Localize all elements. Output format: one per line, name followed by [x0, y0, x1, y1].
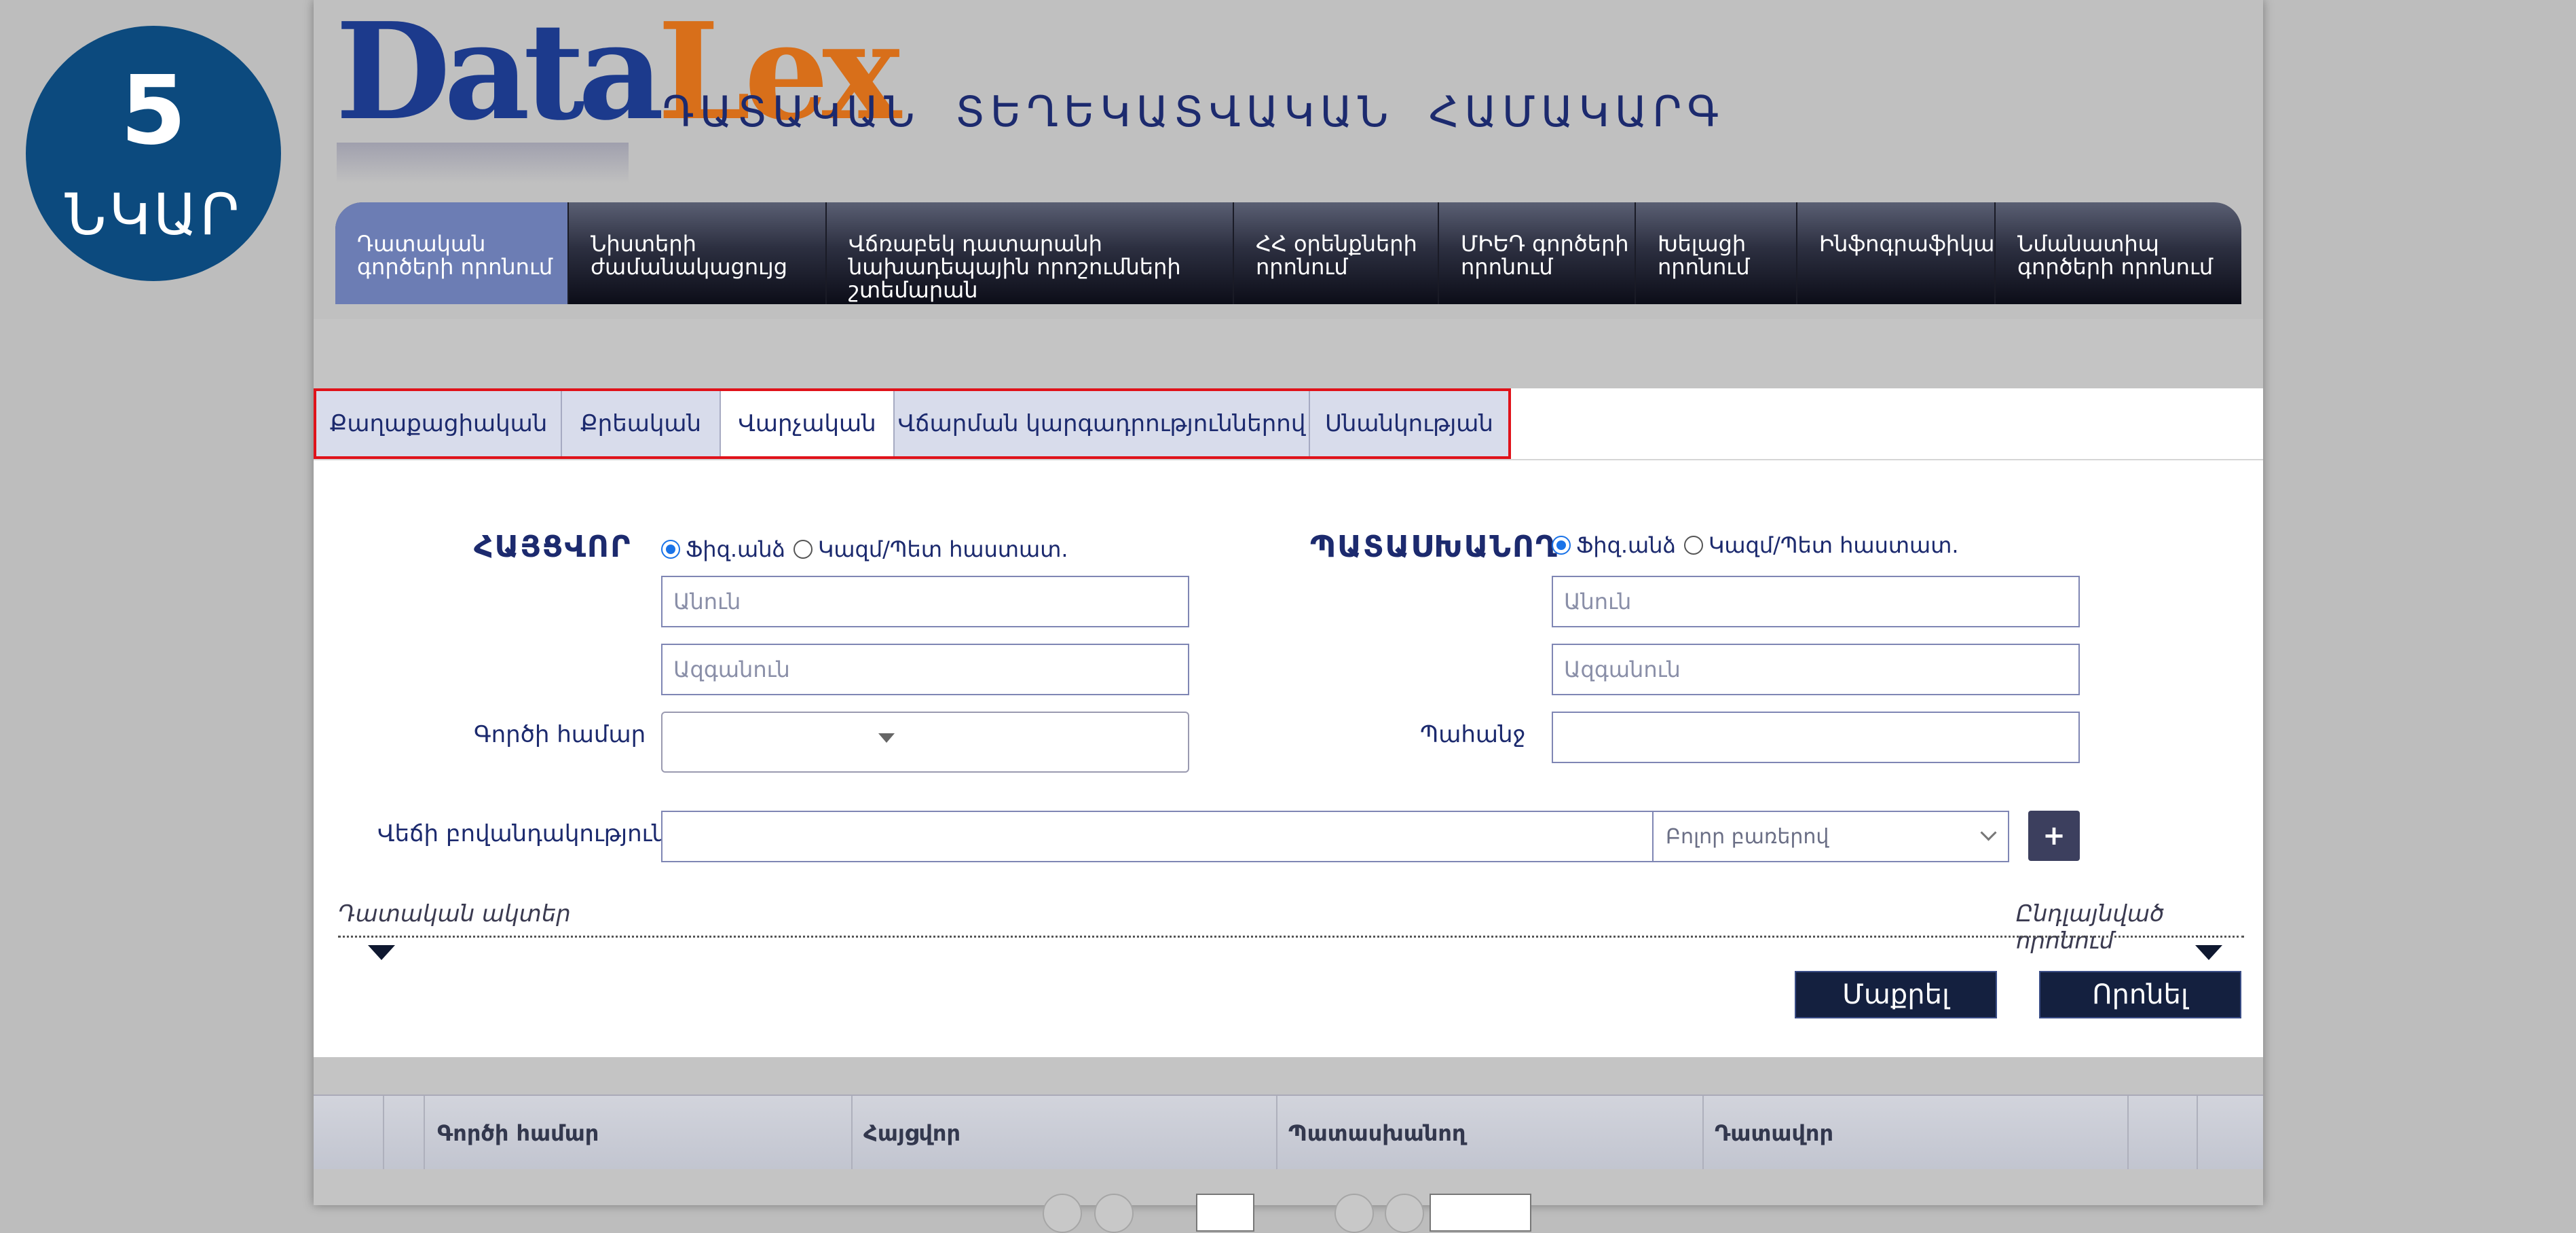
prev-page-button[interactable]	[1094, 1194, 1134, 1233]
tab-payment-orders[interactable]: Վճարման կարգադրություններով	[895, 391, 1310, 456]
nav-item-infographics[interactable]: Ինֆոգրաֆիկա	[1797, 202, 1996, 304]
match-mode-select[interactable]: Բոլոր բառերով	[1654, 811, 2009, 862]
column-header-plaintiff[interactable]: Հայցվոր	[863, 1120, 960, 1146]
case-type-tabs-highlight: Քաղաքացիական Քրեական Վարչական Վճարման կա…	[314, 388, 1511, 459]
logo-reflection	[337, 143, 629, 183]
page-size-select[interactable]	[1430, 1194, 1531, 1232]
defendant-org-radio[interactable]	[1683, 536, 1703, 555]
main-nav: Դատական գործերի որոնում Նիստերի ժամանակա…	[335, 202, 2241, 304]
plaintiff-name-input[interactable]	[661, 576, 1189, 627]
advanced-search-link[interactable]: Ընդլայնված որոնում	[2016, 900, 2263, 955]
plaintiff-label: ՀԱՅՑՎՈՐ	[474, 530, 632, 564]
step-word: ՆԿԱՐ	[64, 181, 242, 248]
search-button[interactable]: Որոնել	[2039, 971, 2241, 1018]
dispute-content-input[interactable]	[661, 811, 1654, 862]
case-type-tabbar: Քաղաքացիական Քրեական Վարչական Վճարման կա…	[314, 388, 2263, 460]
clear-button[interactable]: Մաքրել	[1795, 971, 1997, 1018]
defendant-surname-input[interactable]	[1552, 644, 2080, 695]
search-panel: Քաղաքացիական Քրեական Վարչական Վճարման կա…	[314, 388, 2263, 1057]
first-page-button[interactable]	[1043, 1194, 1082, 1233]
defendant-person-radio[interactable]	[1552, 536, 1571, 555]
divider	[338, 936, 2244, 938]
results-table-header: Գործի համար Հայցվոր Պատասխանող Դատավոր	[314, 1094, 2263, 1171]
add-criteria-button[interactable]: +	[2028, 811, 2080, 861]
claim-label: Պահանջ	[1420, 721, 1526, 748]
nav-item-case-search[interactable]: Դատական գործերի որոնում	[335, 202, 569, 304]
next-page-button[interactable]	[1334, 1194, 1374, 1233]
dispute-content-label: Վեճի բովանդակություն	[377, 820, 667, 847]
defendant-name-input[interactable]	[1552, 576, 2080, 627]
nav-item-similar-cases[interactable]: Նմանատիպ գործերի որոնում	[1996, 202, 2241, 304]
column-divider	[851, 1096, 853, 1169]
column-divider	[1702, 1096, 1704, 1169]
chevron-down-icon	[1980, 824, 1997, 841]
chevron-down-icon	[878, 733, 895, 743]
defendant-type-radios: Ֆիզ.անձ Կազմ/Պետ հաստատ.	[1552, 532, 1959, 558]
case-number-select[interactable]	[661, 712, 1189, 773]
column-header-case-number[interactable]: Գործի համար	[437, 1120, 599, 1146]
page-number-input[interactable]	[1196, 1194, 1254, 1232]
step-number: 5	[120, 56, 187, 166]
plaintiff-person-radio[interactable]	[661, 540, 680, 559]
defendant-person-label: Ֆիզ.անձ	[1576, 532, 1676, 558]
match-mode-value: Բոլոր բառերով	[1666, 824, 1829, 849]
column-header-judge[interactable]: Դատավոր	[1715, 1120, 1833, 1146]
defendant-org-label: Կազմ/Պետ հաստատ.	[1708, 532, 1959, 558]
column-divider	[2197, 1096, 2198, 1169]
nav-item-hearing-schedule[interactable]: Նիստերի ժամանակացույց	[569, 202, 827, 304]
tab-bankruptcy[interactable]: Սնանկության	[1310, 391, 1508, 456]
plaintiff-type-radios: Ֆիզ.անձ Կազմ/Պետ հաստատ.	[661, 536, 1068, 562]
nav-item-echr-search[interactable]: ՄԻԵԴ գործերի որոնում	[1439, 202, 1636, 304]
tab-civil[interactable]: Քաղաքացիական	[316, 391, 562, 456]
tab-criminal[interactable]: Քրեական	[562, 391, 721, 456]
court-acts-expand-icon[interactable]	[368, 945, 395, 960]
column-divider	[424, 1096, 425, 1169]
claim-input[interactable]	[1552, 712, 2080, 763]
header-gap	[314, 319, 2263, 388]
site-title: ԴԱՏԱԿԱՆ ՏԵՂԵԿԱՏՎԱԿԱՆ ՀԱՄԱԿԱՐԳ	[662, 87, 1725, 136]
nav-item-cassation-precedents[interactable]: Վճռաբեկ դատարանի նախադեպային որոշումների…	[827, 202, 1234, 304]
plaintiff-org-label: Կազմ/Պետ հաստատ.	[817, 536, 1068, 562]
case-number-label: Գործի համար	[474, 721, 646, 748]
step-badge: 5 ՆԿԱՐ	[26, 26, 281, 281]
nav-item-laws-search[interactable]: ՀՀ օրենքների որոնում	[1234, 202, 1439, 304]
column-divider	[1276, 1096, 1277, 1169]
site-header: DataLex ԴԱՏԱԿԱՆ ՏԵՂԵԿԱՏՎԱԿԱՆ ՀԱՄԱԿԱՐԳ Դա…	[314, 0, 2263, 319]
column-header-defendant[interactable]: Պատասխանող	[1288, 1120, 1466, 1146]
defendant-label: ՊԱՏԱՍԽԱՆՈՂ	[1310, 530, 1558, 564]
advanced-search-expand-icon[interactable]	[2195, 945, 2222, 960]
column-divider	[383, 1096, 384, 1169]
plaintiff-org-radio[interactable]	[793, 540, 813, 559]
pager	[314, 1169, 2263, 1233]
plaintiff-surname-input[interactable]	[661, 644, 1189, 695]
court-acts-link[interactable]: Դատական ակտեր	[338, 900, 571, 927]
column-divider	[2127, 1096, 2129, 1169]
nav-item-smart-search[interactable]: Խելացի որոնում	[1636, 202, 1797, 304]
page: DataLex ԴԱՏԱԿԱՆ ՏԵՂԵԿԱՏՎԱԿԱՆ ՀԱՄԱԿԱՐԳ Դա…	[314, 0, 2263, 1233]
last-page-button[interactable]	[1385, 1194, 1424, 1233]
logo-data: Data	[335, 0, 664, 150]
plaintiff-person-label: Ֆիզ.անձ	[686, 536, 785, 562]
tab-administrative[interactable]: Վարչական	[721, 391, 895, 456]
